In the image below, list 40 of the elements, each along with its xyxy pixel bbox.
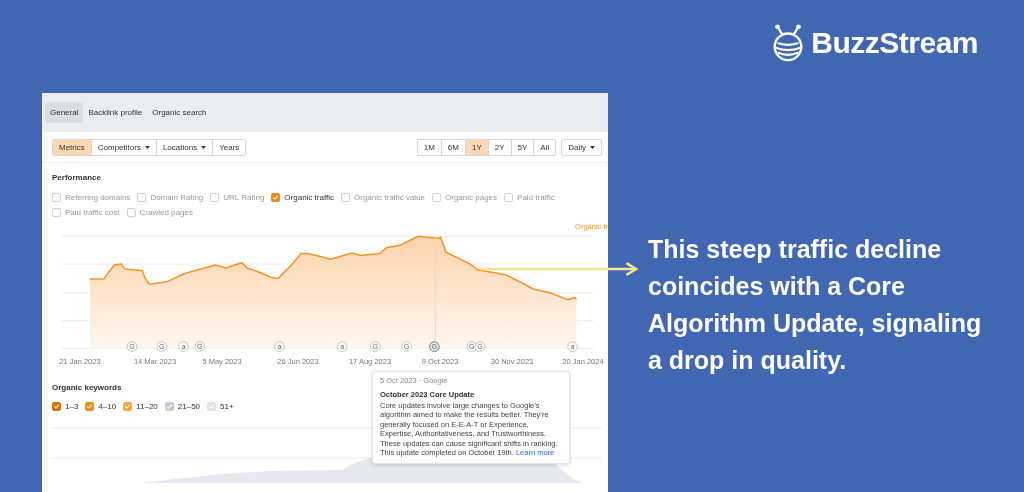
checkbox-label: 11–20 — [136, 402, 158, 411]
checkbox[interactable] — [210, 193, 220, 202]
filter-button[interactable]: Metrics — [53, 140, 91, 155]
filter-button[interactable]: Years — [212, 140, 246, 155]
checkbox[interactable] — [164, 402, 174, 411]
checkbox[interactable] — [137, 193, 147, 202]
checkbox[interactable] — [85, 402, 95, 411]
checkbox-label: Organic pages — [445, 193, 498, 202]
callout-text: This steep traffic decline coincides with a Core Algorithm Update, signaling a drop in quality. — [648, 234, 983, 376]
section-title: Organic keywords — [51, 382, 122, 392]
checkbox-label: Organic traffic value — [354, 193, 425, 202]
checkbox-label: Paid traffic — [517, 193, 555, 202]
checkbox[interactable] — [52, 402, 61, 411]
tab[interactable]: General — [45, 102, 84, 123]
checkbox[interactable] — [271, 193, 281, 202]
tab[interactable]: Organic search — [147, 102, 212, 123]
caret-icon — [590, 146, 595, 149]
tab[interactable]: Backlink profile — [83, 102, 148, 123]
checkbox[interactable] — [123, 402, 133, 411]
checkbox-label: Paid traffic cost — [65, 208, 120, 217]
checkbox[interactable] — [52, 193, 61, 202]
range-button[interactable]: 1Y — [464, 140, 488, 155]
checkbox-label: Domain Rating — [150, 193, 204, 202]
checkbox-label: 1–3 — [65, 402, 79, 411]
dropdown-button[interactable]: Daily — [561, 139, 602, 156]
checkbox-label: Referring domains — [65, 193, 131, 202]
range-button[interactable]: All — [533, 140, 556, 155]
checkbox-label: Crawled pages — [139, 208, 193, 217]
checkbox[interactable] — [126, 208, 136, 217]
brand-name: BuzzStream — [811, 26, 978, 60]
checkbox-label: 4–10 — [98, 402, 117, 411]
checkbox-label: URL Rating — [223, 193, 265, 202]
section-title: Performance — [51, 172, 101, 182]
checkbox[interactable] — [341, 193, 350, 202]
checkbox-label: 51+ — [220, 402, 234, 411]
checkbox-label: Organic traffic — [284, 193, 334, 202]
checkbox-label: 21–50 — [177, 402, 201, 411]
checkbox[interactable] — [504, 193, 514, 202]
checkbox[interactable] — [432, 193, 441, 202]
checkbox[interactable] — [52, 208, 61, 217]
